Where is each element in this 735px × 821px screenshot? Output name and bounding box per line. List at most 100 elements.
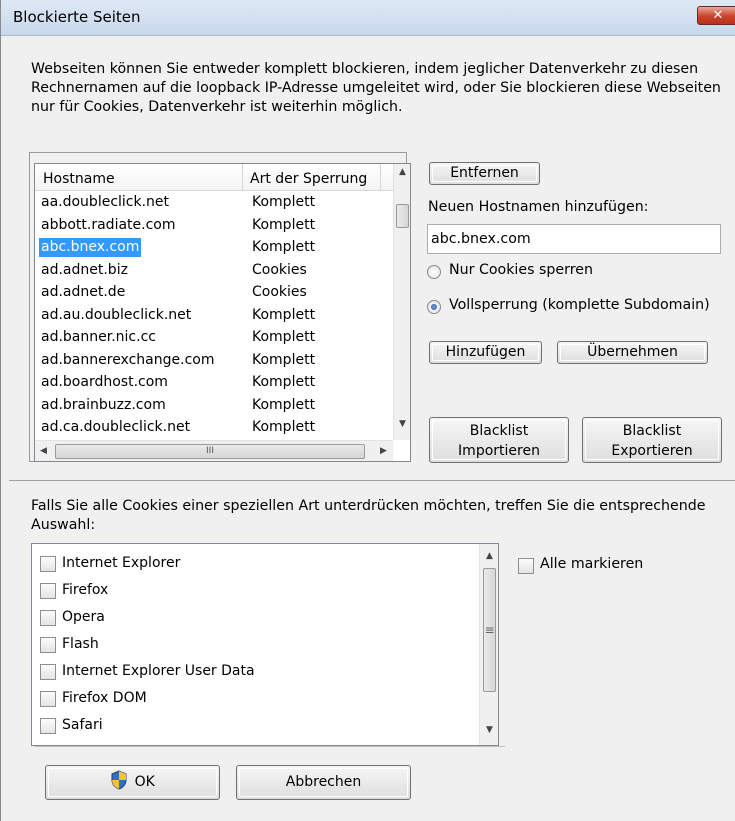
block-type: Komplett	[252, 306, 316, 323]
cookie-type-label: Flash	[62, 636, 99, 652]
scroll-up-icon[interactable]: ▲	[481, 548, 498, 565]
window-title: Blockierte Seiten	[13, 8, 141, 26]
cookies-only-label: Nur Cookies sperren	[449, 262, 593, 278]
cancel-button[interactable]: Abbrechen	[236, 765, 411, 800]
hosts-list[interactable]: Hostname Art der Sperrung aa.doubleclick…	[34, 163, 411, 462]
cookie-type-checkbox[interactable]	[40, 718, 56, 734]
import-button-line2: Importieren	[458, 443, 540, 459]
scroll-left-icon[interactable]: ◀	[35, 443, 52, 460]
host-name: ad.bannerexchange.com	[41, 351, 215, 368]
scroll-thumb[interactable]: ≡	[483, 568, 496, 692]
import-blacklist-button[interactable]: Blacklist Importieren	[429, 417, 569, 463]
cookie-list-scrollbar[interactable]: ▲ ≡ ▼	[479, 544, 498, 745]
hosts-vertical-scrollbar[interactable]: ▲ ▼	[393, 164, 410, 440]
new-host-input[interactable]	[431, 229, 711, 249]
apply-button[interactable]: Übernehmen	[557, 341, 708, 364]
new-host-field[interactable]	[427, 224, 721, 254]
block-type: Komplett	[252, 239, 316, 255]
button-highlight	[48, 768, 217, 797]
cookie-type-label: Firefox	[62, 582, 109, 598]
cookie-type-checkbox[interactable]	[40, 610, 56, 626]
cookies-only-radio[interactable]	[427, 265, 441, 279]
ok-button[interactable]: OK	[45, 765, 220, 800]
cookie-type-checkbox[interactable]	[40, 556, 56, 572]
host-name: abbott.radiate.com	[41, 216, 176, 233]
cookie-type-checkbox[interactable]	[40, 691, 56, 707]
host-row[interactable]: ad.au.doubleclick.net Komplett	[35, 304, 393, 326]
list-bottom-edge	[35, 746, 505, 747]
hosts-horizontal-scrollbar[interactable]: ◀ III ▶	[35, 440, 393, 461]
export-button-line2: Exportieren	[611, 443, 693, 459]
cookie-type-checkbox[interactable]	[40, 664, 56, 680]
block-type: Komplett	[252, 329, 316, 345]
host-name: ad.banner.nic.cc	[41, 329, 156, 345]
block-type: Komplett	[252, 374, 316, 390]
hosts-list-header: Hostname Art der Sperrung	[35, 164, 393, 191]
description-text: Webseiten können Sie entweder komplett b…	[31, 61, 721, 115]
host-name: abc.bnex.com	[39, 238, 142, 257]
cookie-type-label: Internet Explorer	[62, 555, 181, 571]
title-bar: Blockierte Seiten ✕	[1, 0, 735, 36]
block-type: Cookies	[252, 284, 307, 300]
grip-icon: ≡	[484, 623, 495, 637]
host-name: ad.brainbuzz.com	[41, 396, 166, 413]
export-blacklist-button[interactable]: Blacklist Exportieren	[582, 417, 722, 463]
cookie-type-label: Safari	[62, 717, 103, 733]
host-row[interactable]: aa.doubleclick.net Komplett	[35, 191, 393, 213]
host-name: aa.doubleclick.net	[41, 194, 170, 210]
host-row[interactable]: ad.adnet.biz Cookies	[35, 259, 393, 281]
scroll-down-icon[interactable]: ▼	[394, 416, 410, 433]
column-header-block-type[interactable]: Art der Sperrung	[250, 171, 367, 187]
column-divider[interactable]	[380, 164, 381, 190]
section-divider	[9, 480, 735, 481]
select-all-checkbox[interactable]	[518, 558, 534, 574]
apply-button-label: Übernehmen	[587, 344, 678, 360]
host-name: ad.ca.doubleclick.net	[41, 419, 191, 435]
scroll-up-icon[interactable]: ▲	[394, 164, 410, 181]
column-header-hostname[interactable]: Hostname	[43, 171, 115, 187]
block-type: Komplett	[252, 351, 316, 368]
cookie-type-label: Firefox DOM	[62, 690, 147, 706]
export-button-line1: Blacklist	[622, 423, 682, 439]
block-type: Komplett	[252, 194, 316, 210]
host-row[interactable]: ad.bannerexchange.com Komplett	[35, 349, 393, 371]
host-row[interactable]: ad.boardhost.com Komplett	[35, 371, 393, 393]
cookie-type-label: Internet Explorer User Data	[62, 663, 255, 679]
cookie-type-checkbox[interactable]	[40, 637, 56, 653]
cancel-button-label: Abbrechen	[285, 774, 362, 790]
host-row[interactable]: ad.adnet.de Cookies	[35, 281, 393, 303]
cookies-description: Falls Sie alle Cookies einer speziellen …	[31, 498, 706, 533]
host-name: ad.adnet.de	[41, 284, 126, 300]
add-button[interactable]: Hinzufügen	[429, 341, 542, 364]
host-row[interactable]: abc.bnex.com Komplett	[35, 236, 393, 258]
host-name: ad.boardhost.com	[41, 374, 168, 390]
full-block-radio[interactable]	[427, 300, 441, 314]
host-row[interactable]: ad.brainbuzz.com Komplett	[35, 394, 393, 416]
host-name: ad.adnet.biz	[41, 261, 128, 278]
select-all-label: Alle markieren	[540, 556, 644, 572]
ok-button-label: OK	[134, 774, 155, 790]
host-row[interactable]: abbott.radiate.com Komplett	[35, 214, 393, 236]
import-button-line1: Blacklist	[469, 423, 529, 439]
shield-icon	[111, 770, 127, 790]
grip-icon: III	[206, 446, 214, 456]
scroll-right-icon[interactable]: ▶	[375, 443, 392, 460]
remove-button[interactable]: Entfernen	[429, 162, 540, 185]
host-row[interactable]: ad.banner.nic.cc Komplett	[35, 326, 393, 348]
scroll-down-icon[interactable]: ▼	[481, 722, 498, 739]
close-icon[interactable]: ✕	[697, 6, 735, 25]
cookie-type-checkbox[interactable]	[40, 583, 56, 599]
host-row[interactable]: ad.ca.doubleclick.net Komplett	[35, 416, 393, 438]
block-type: Komplett	[252, 396, 316, 413]
add-button-label: Hinzufügen	[445, 344, 526, 360]
column-divider[interactable]	[242, 164, 243, 190]
block-type: Komplett	[252, 216, 316, 233]
scroll-thumb[interactable]	[396, 204, 409, 228]
cookie-types-list[interactable]: Internet Explorer Firefox Opera Flash Intern…	[31, 543, 499, 746]
scroll-thumb[interactable]: III	[55, 444, 365, 459]
host-name: ad.au.doubleclick.net	[41, 306, 192, 323]
remove-button-label: Entfernen	[450, 165, 519, 181]
dialog-window: Blockierte Seiten ✕ Webseiten können Sie…	[0, 0, 735, 821]
block-type: Komplett	[252, 419, 316, 435]
full-block-label: Vollsperrung (komplette Subdomain)	[449, 297, 710, 313]
